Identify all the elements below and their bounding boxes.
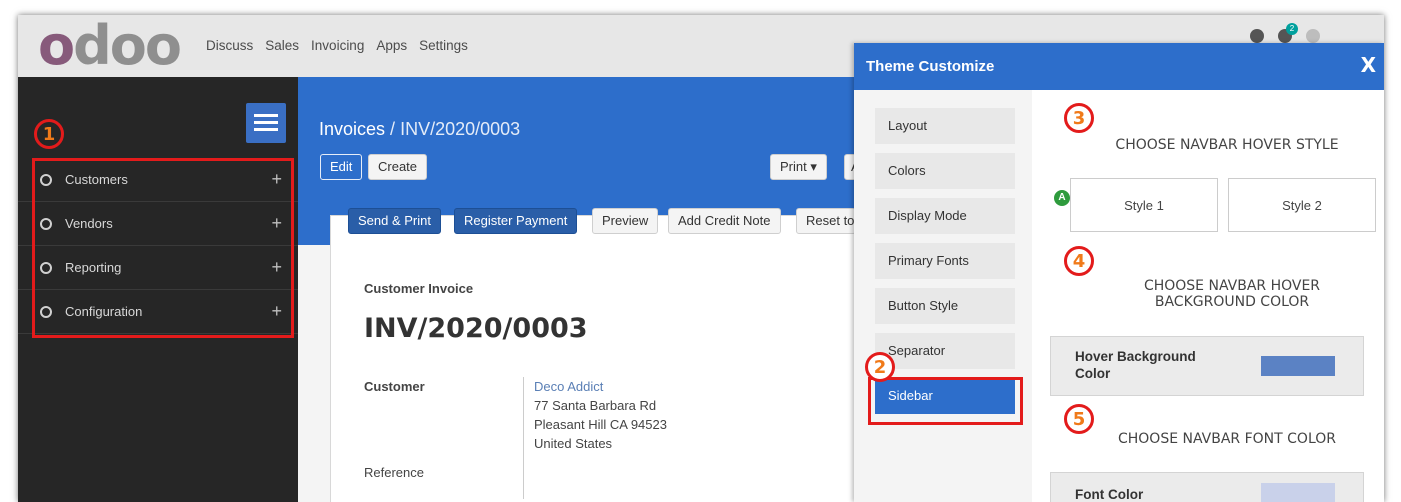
panel-title: Theme Customize: [866, 58, 995, 75]
bug-icon[interactable]: [1250, 29, 1264, 43]
callout-5: 5: [1064, 404, 1094, 434]
customer-address: Deco Addict 77 Santa Barbara Rd Pleasant…: [523, 377, 667, 499]
sidebar-nav-highlight-box: [868, 377, 1023, 425]
address-line: 77 Santa Barbara Rd: [534, 398, 657, 413]
register-payment-button[interactable]: Register Payment: [454, 208, 578, 234]
style-1-option[interactable]: Style 1: [1070, 178, 1218, 232]
section-hover-style-title: CHOOSE NAVBAR HOVER STYLE: [1115, 137, 1339, 153]
theme-nav-display-mode[interactable]: Display Mode: [875, 198, 1015, 234]
callout-4: 4: [1064, 246, 1094, 276]
reference-label: Reference: [364, 465, 424, 480]
breadcrumb-separator: /: [385, 119, 401, 139]
app-window: odoo Discuss Sales Invoicing Apps Settin…: [18, 15, 1384, 502]
theme-nav-button-style[interactable]: Button Style: [875, 288, 1015, 324]
hamburger-menu-icon[interactable]: [246, 103, 286, 143]
breadcrumb-parent[interactable]: Invoices: [319, 119, 385, 139]
edit-button[interactable]: Edit: [320, 154, 363, 180]
invoice-number: INV/2020/0003: [364, 313, 588, 344]
callout-1: 1: [34, 119, 64, 149]
font-color-swatch[interactable]: [1261, 483, 1335, 502]
hover-bg-color-label: Hover Background Color: [1075, 348, 1196, 382]
close-icon[interactable]: X: [1361, 53, 1376, 77]
clock-icon[interactable]: [1306, 29, 1320, 43]
preview-button[interactable]: Preview: [592, 208, 659, 234]
hover-bg-color-row: Hover Background Color: [1050, 336, 1364, 396]
theme-customize-panel: Theme Customize X Layout Colors Display …: [854, 43, 1384, 502]
menu-sales[interactable]: Sales: [265, 38, 299, 53]
odoo-logo[interactable]: odoo: [38, 19, 182, 73]
theme-nav-layout[interactable]: Layout: [875, 108, 1015, 144]
panel-header: Theme Customize X: [854, 43, 1384, 90]
section-hover-bg-title-line: CHOOSE NAVBAR HOVER: [1143, 278, 1321, 294]
label-line: Color: [1075, 366, 1111, 381]
invoice-type-label: Customer Invoice: [364, 281, 474, 296]
message-count-badge: 2: [1286, 23, 1298, 35]
top-menu: Discuss Sales Invoicing Apps Settings: [206, 38, 480, 53]
label-line: Hover Background: [1075, 349, 1196, 364]
selected-marker-icon: A: [1054, 190, 1070, 206]
sidebar-highlight-box: [32, 158, 294, 338]
theme-nav: Layout Colors Display Mode Primary Fonts…: [854, 90, 1032, 502]
print-button[interactable]: Print ▾: [770, 154, 827, 180]
address-line: United States: [534, 436, 613, 451]
theme-nav-separator[interactable]: Separator: [875, 333, 1015, 369]
breadcrumb: Invoices / INV/2020/0003: [319, 119, 520, 140]
reset-button[interactable]: Reset to: [796, 208, 856, 234]
section-font-color-title: CHOOSE NAVBAR FONT COLOR: [1117, 431, 1336, 447]
menu-settings[interactable]: Settings: [419, 38, 468, 53]
hover-bg-color-swatch[interactable]: [1261, 356, 1335, 376]
create-button[interactable]: Create: [368, 154, 428, 180]
callout-2: 2: [865, 352, 895, 382]
theme-nav-primary-fonts[interactable]: Primary Fonts: [875, 243, 1015, 279]
address-line: Pleasant Hill CA 94523: [534, 417, 667, 432]
customer-name-link[interactable]: Deco Addict: [534, 377, 667, 396]
callout-3: 3: [1064, 103, 1094, 133]
section-hover-bg-title-line: BACKGROUND COLOR: [1154, 294, 1310, 310]
theme-nav-colors[interactable]: Colors: [875, 153, 1015, 189]
menu-discuss[interactable]: Discuss: [206, 38, 253, 53]
breadcrumb-current: INV/2020/0003: [400, 119, 521, 139]
menu-invoicing[interactable]: Invoicing: [311, 38, 364, 53]
customer-label: Customer: [364, 379, 425, 394]
add-credit-note-button[interactable]: Add Credit Note: [668, 208, 781, 234]
menu-apps[interactable]: Apps: [376, 38, 407, 53]
font-color-label: Font Color: [1075, 487, 1144, 502]
font-color-row: Font Color: [1050, 472, 1364, 502]
section-hover-bg-title: CHOOSE NAVBAR HOVER BACKGROUND COLOR: [1072, 278, 1384, 310]
send-print-button[interactable]: Send & Print: [348, 208, 441, 234]
chat-icon[interactable]: 2: [1278, 23, 1298, 43]
style-2-option[interactable]: Style 2: [1228, 178, 1376, 232]
systray: 2: [1250, 23, 1320, 43]
